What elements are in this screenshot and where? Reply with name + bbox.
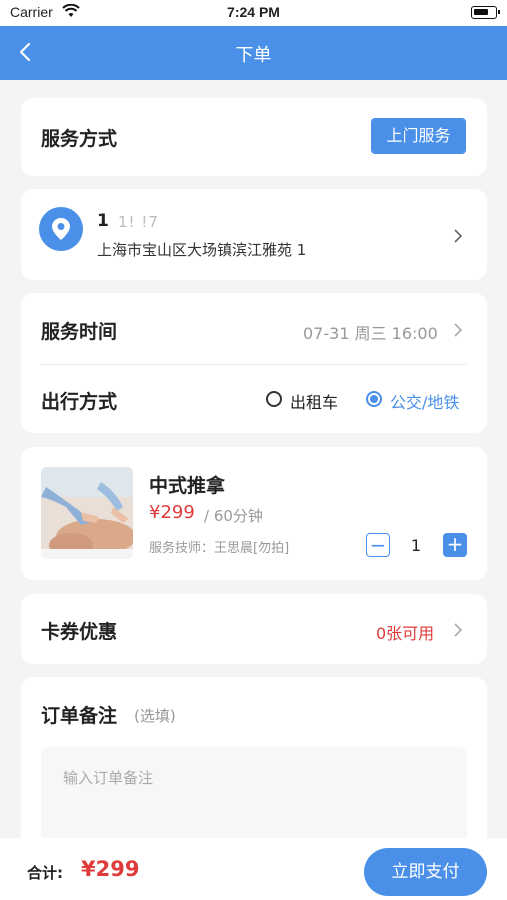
chevron-right-icon: [451, 622, 465, 637]
technician-label: 服务技师：王思晨[勿拍]: [149, 541, 290, 556]
address-name: 1: [97, 211, 109, 231]
address-phone: 1! !7: [118, 213, 159, 231]
quantity-value: 1: [410, 536, 422, 555]
coupon-label: 卡券优惠: [41, 621, 118, 643]
coupon-count: 0张可用: [376, 624, 435, 643]
pay-now-button[interactable]: 立即支付: [364, 848, 487, 896]
taxi-radio[interactable]: [266, 391, 282, 407]
quantity-decrement-button[interactable]: −: [366, 533, 390, 557]
battery-icon: [471, 6, 500, 19]
product-card: 中式推拿 ¥299 / 60分钟 服务技师：王思晨[勿拍] − 1 +: [21, 447, 487, 580]
nav-bar: 下单: [0, 26, 507, 80]
chevron-right-icon: [451, 228, 465, 243]
chevron-right-icon: [451, 322, 465, 337]
service-time-value[interactable]: 07-31 周三 16:00: [303, 320, 438, 344]
status-time: 7:24 PM: [227, 4, 280, 20]
checkout-bar: 合计: ¥299 立即支付: [0, 838, 507, 900]
address-card[interactable]: 1 1! !7 上海市宝山区大场镇滨江雅苑 1: [21, 189, 487, 280]
page-title: 下单: [235, 45, 272, 66]
travel-label: 出行方式: [41, 391, 118, 413]
home-service-button[interactable]: 上门服务: [371, 118, 466, 154]
remark-label: 订单备注: [41, 705, 118, 727]
status-bar: Carrier 7:24 PM: [0, 0, 507, 26]
total-label: 合计:: [27, 864, 63, 882]
product-name: 中式推拿: [149, 475, 226, 497]
coupon-card[interactable]: 卡券优惠 0张可用: [21, 594, 487, 664]
location-pin-icon: [39, 207, 83, 251]
total-value: ¥299: [81, 857, 140, 881]
remark-optional-hint: (选填): [134, 707, 176, 725]
transit-radio[interactable]: [366, 391, 382, 407]
service-mode-label: 服务方式: [41, 128, 118, 150]
divider: [41, 364, 467, 365]
product-image: [41, 467, 133, 559]
service-mode-card: 服务方式 上门服务: [21, 98, 487, 176]
time-travel-card: 服务时间 07-31 周三 16:00 出行方式 出租车 公交/地铁: [21, 293, 487, 433]
address-line: 上海市宝山区大场镇滨江雅苑 1: [97, 241, 307, 259]
transit-radio-label[interactable]: 公交/地铁: [390, 389, 459, 413]
service-time-label: 服务时间: [41, 321, 118, 343]
quantity-increment-button[interactable]: +: [443, 533, 467, 557]
product-duration: / 60分钟: [204, 507, 263, 525]
product-price: ¥299: [149, 502, 195, 523]
taxi-radio-label[interactable]: 出租车: [290, 389, 338, 413]
